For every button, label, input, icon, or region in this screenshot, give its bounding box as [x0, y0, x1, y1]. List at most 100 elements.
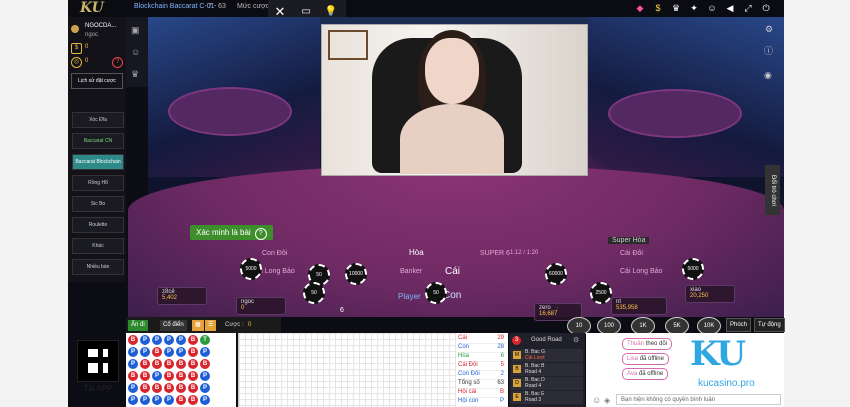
tab-hide[interactable]: Ẩn đi [128, 320, 148, 331]
camera-icon[interactable]: ▣ [131, 25, 140, 36]
tab-classic[interactable]: Cổ điển [160, 320, 187, 331]
settings-icon[interactable]: ⚙ [765, 24, 773, 35]
bet-area-banker-pair[interactable]: Cái Đôi [620, 250, 643, 257]
bead-road-cell: B [176, 395, 186, 405]
bead-road-cell: B [128, 335, 138, 345]
mini-table-left [168, 87, 292, 136]
bead-road-cell: B [188, 371, 198, 381]
app-qr-code[interactable] [77, 340, 119, 382]
bet-limit-label[interactable]: Mức cược [237, 3, 269, 10]
bead-road-cell: B [188, 359, 198, 369]
table-chip: 2500 [590, 282, 612, 304]
bead-road-cell: P [164, 335, 174, 345]
switch-game-tab[interactable]: Đổi trò chơi [765, 165, 780, 215]
round-number: 7 - 63 [208, 3, 226, 10]
menu-item-rong-ho[interactable]: Rồng Hổ [72, 175, 124, 191]
good-road-panel: 3 Good Road ⚙ M B. Bac G Cái Lượt B B. Bac … [509, 333, 585, 407]
bet-area-banker[interactable]: Cái [445, 266, 460, 277]
bead-road-cell: B [188, 395, 198, 405]
good-road-item[interactable]: E B. Bac E Road 3 [511, 391, 583, 404]
table-chip: 10000 [345, 263, 367, 285]
username: NGOCDA... [85, 23, 117, 29]
bead-road-cell: B [164, 383, 174, 393]
info-icon[interactable]: ⓘ [764, 44, 773, 57]
bead-road-cell: P [176, 347, 186, 357]
trophy-icon[interactable]: ♛ [670, 2, 682, 14]
user-coin-icon [71, 25, 79, 33]
bead-road-cell: P [200, 395, 210, 405]
menu-item-roulette[interactable]: Roulette [72, 217, 124, 233]
dealer-body [400, 104, 504, 174]
bead-road-cell: P [128, 359, 138, 369]
menu-item-nhieu-ban[interactable]: Nhiều bàn [72, 259, 124, 275]
coin-icon[interactable]: $ [652, 2, 664, 14]
player-amount: 0 [241, 305, 245, 311]
page-right-margin [784, 0, 850, 407]
exit-icon[interactable]: ⏻ [760, 2, 772, 14]
bead-road-cell: P [128, 347, 138, 357]
gift-icon[interactable]: ◈ [604, 396, 610, 405]
direction-icon[interactable]: ◉ [764, 70, 772, 81]
chat-message: Thuần theo dõi [622, 338, 673, 350]
super6-odds: 1:12 / 1:20 [510, 250, 539, 256]
stats-panel: Cái 29 Con 28 Hòa 6 Cái Đôi 5 Con Đôi 2 Tổng … [456, 333, 508, 407]
bead-road-cell: P [200, 383, 210, 393]
menu-item-sic-bo[interactable]: Sic Bo [72, 196, 124, 212]
bet-area-player-pair[interactable]: Con Đôi [262, 250, 287, 257]
gift-icon[interactable]: ◆ [634, 2, 646, 14]
bead-road-cell: B [188, 347, 198, 357]
confirm-button[interactable]: Phóch [726, 318, 752, 332]
grid-view-icon[interactable]: ▦ [192, 320, 204, 331]
bead-road-cell: B [140, 371, 150, 381]
bet-area-tie[interactable]: Hòa [409, 248, 424, 257]
bet-history-button[interactable]: Lịch sử đặt cược [71, 73, 123, 89]
table-chip: 5000 [682, 258, 704, 280]
bet-area-super6[interactable]: SUPER 6 [480, 250, 510, 257]
mini-table-right [608, 89, 742, 138]
good-road-item[interactable]: D B. Bac D Road 4 [511, 377, 583, 390]
good-road-item[interactable]: B B. Bac B Road 4 [511, 363, 583, 376]
bead-road-cell: P [176, 335, 186, 345]
bead-road-cell: P [140, 335, 150, 345]
menu-item-baccarat-cn[interactable]: Baccarat CN [72, 133, 124, 149]
menu-item-khac[interactable]: Khác [72, 238, 124, 254]
auto-button[interactable]: Tự động [754, 318, 785, 332]
bead-road-cell: B [176, 359, 186, 369]
bet-label: Cược : [225, 322, 244, 328]
verify-cards-button[interactable]: Xác minh là bài? [190, 225, 273, 240]
banker-label-en: Banker [400, 268, 423, 275]
emoji-icon[interactable]: ☺ [592, 395, 601, 405]
super-tie-label[interactable]: Super Hòa [608, 237, 650, 244]
logo: KU [80, 0, 104, 16]
download-app-label[interactable]: Tải APP [76, 384, 120, 393]
menu-item-baccarat-blockchain[interactable]: Baccarat Blockchain [72, 154, 124, 170]
good-road-item[interactable]: M B. Bac G Cái Lượt [511, 349, 583, 362]
bead-road: BPPPPBTPPBPPBPPBBBBBBBBPBBBPPBBBBBPPPPPB… [126, 333, 236, 407]
sound-icon[interactable]: ◀ [724, 2, 736, 14]
settings-icon[interactable]: ⚙ [573, 336, 579, 344]
list-view-icon[interactable]: ☰ [205, 320, 217, 331]
video-side-icons: ▣ ☺ ♛ [126, 17, 148, 87]
page-left-margin [0, 0, 68, 407]
game-controller-icon[interactable]: ✦ [688, 2, 700, 14]
bet-value: 0 [248, 322, 252, 328]
user-icon[interactable]: ☺ [706, 2, 718, 14]
bead-road-cell: B [128, 371, 138, 381]
help-icon[interactable]: ? [112, 57, 123, 68]
balance-value: 0 [85, 44, 89, 50]
left-room-video [148, 17, 320, 177]
menu-item-xoc-dia[interactable]: Xóc Đĩa [72, 112, 124, 128]
bead-road-cell: P [200, 371, 210, 381]
seat-number: 6 [340, 307, 344, 314]
player-seat: xiao 20,250 [685, 285, 735, 303]
bead-road-cell: P [152, 395, 162, 405]
chat-input[interactable]: Bạn hiện không có quyền bình luận [616, 394, 781, 405]
bead-road-cell: P [140, 347, 150, 357]
people-icon[interactable]: ☺ [131, 47, 140, 57]
bet-area-banker-dragon[interactable]: Cái Long Bảo [620, 268, 662, 275]
fullscreen-icon[interactable]: ⤢ [742, 2, 754, 14]
bead-road-cell: B [188, 335, 198, 345]
bead-road-cell: P [152, 371, 162, 381]
question-icon[interactable]: ? [254, 228, 267, 240]
crown-icon[interactable]: ♛ [131, 69, 139, 80]
